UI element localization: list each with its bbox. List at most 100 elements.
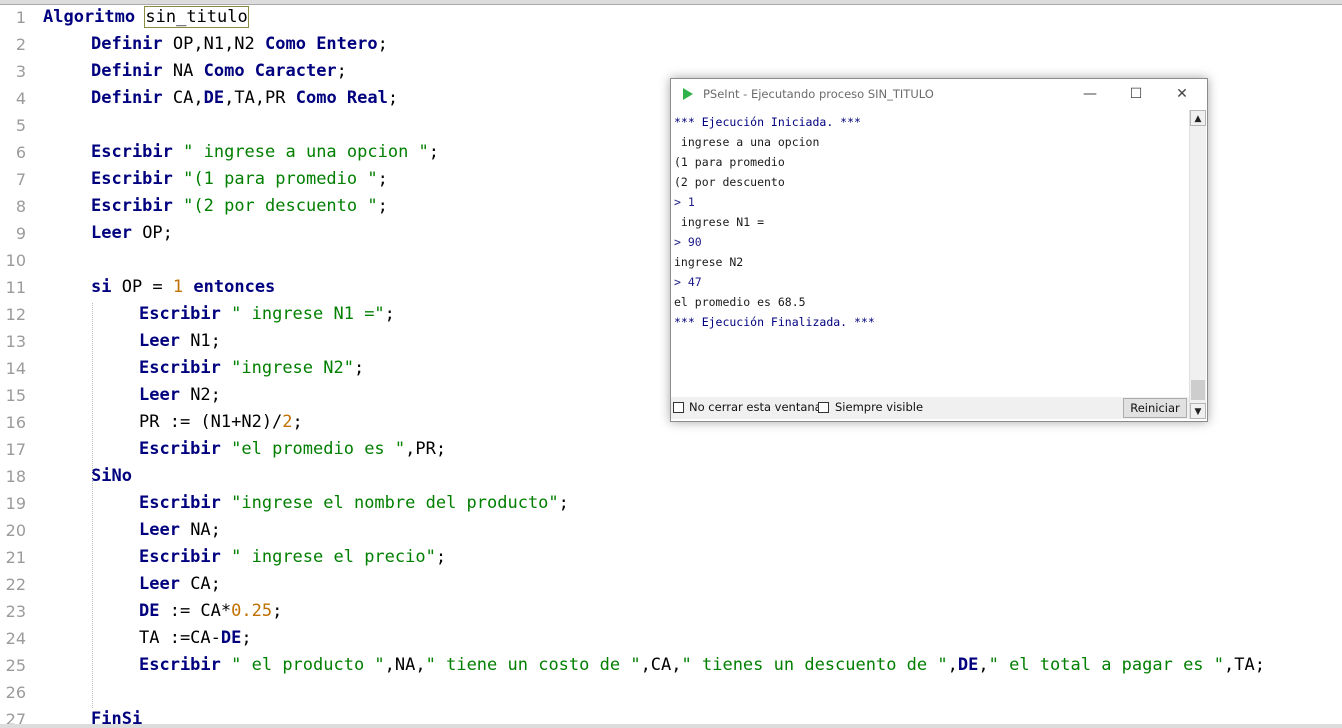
code-token: "ingrese el nombre del producto" <box>231 493 559 513</box>
code-token: DE <box>203 88 225 108</box>
code-token: " ingrese el precio" <box>231 547 436 567</box>
code-text[interactable]: TA :=CA-DE; <box>139 625 252 652</box>
code-text[interactable]: Escribir " el producto ",NA," tiene un c… <box>139 652 1265 679</box>
code-token: Escribir <box>91 142 173 162</box>
scroll-thumb[interactable] <box>1191 380 1205 400</box>
code-token: 1 <box>172 277 184 297</box>
editor-bottom-border <box>0 724 1342 728</box>
line-number: 1 <box>15 8 26 27</box>
code-token: Como Caracter <box>203 61 337 81</box>
code-line[interactable]: 27 FinSi <box>0 706 1342 724</box>
code-text[interactable]: Escribir " ingrese N1 ="; <box>139 301 395 328</box>
console-line: (1 para promedio <box>674 155 785 169</box>
line-number: 13 <box>5 332 26 351</box>
code-text[interactable]: Escribir " ingrese el precio"; <box>139 544 446 571</box>
code-text[interactable]: Definir OP,N1,N2 Como Entero; <box>91 31 388 58</box>
line-number: 24 <box>5 629 26 648</box>
code-token: OP; <box>131 223 173 243</box>
code-token: ; <box>272 601 283 621</box>
line-number: 19 <box>5 494 26 513</box>
code-text[interactable]: Definir CA,DE,TA,PR Como Real; <box>91 85 398 112</box>
minimize-button[interactable]: — <box>1067 83 1113 105</box>
code-text[interactable]: PR := (N1+N2)/2; <box>139 409 303 436</box>
maximize-button[interactable]: ☐ <box>1113 83 1159 105</box>
run-window[interactable]: PSeInt - Ejecutando proceso SIN_TITULO —… <box>670 78 1208 422</box>
code-token: FinSi <box>91 709 143 724</box>
code-line[interactable]: 2 Definir OP,N1,N2 Como Entero; <box>0 31 1342 58</box>
code-token: , <box>978 655 989 675</box>
code-text[interactable]: Escribir "(2 por descuento "; <box>91 193 388 220</box>
code-token: Como Entero <box>265 34 378 54</box>
code-token: Definir <box>91 61 163 81</box>
console-line: ingrese N1 = <box>674 215 765 229</box>
code-text[interactable]: Algoritmo sin_titulo <box>43 4 249 31</box>
line-number: 21 <box>5 548 26 567</box>
code-token: " tienes un descuento de " <box>681 655 948 675</box>
pseint-app-icon <box>683 88 693 100</box>
code-line[interactable]: 25 Escribir " el producto ",NA," tiene un… <box>0 652 1342 679</box>
code-token: ,PR; <box>405 439 447 459</box>
code-line[interactable]: 21 Escribir " ingrese el precio"; <box>0 544 1342 571</box>
code-token: Leer <box>139 331 180 351</box>
code-text[interactable]: DE := CA*0.25; <box>139 598 282 625</box>
code-token: Escribir <box>139 439 221 459</box>
code-line[interactable]: 19 Escribir "ingrese el nombre del produc… <box>0 490 1342 517</box>
code-text[interactable]: Leer CA; <box>139 571 221 598</box>
code-token: CA, <box>162 88 204 108</box>
console-line: > 47 <box>674 275 702 289</box>
code-text[interactable]: Escribir "ingrese N2"; <box>139 355 364 382</box>
code-token: DE <box>139 601 160 621</box>
code-text[interactable]: Definir NA Como Caracter; <box>91 58 347 85</box>
code-line[interactable]: 26 <box>0 679 1342 706</box>
code-token: " el producto " <box>231 655 385 675</box>
always-visible-checkbox[interactable] <box>818 402 829 413</box>
code-token: Como Real <box>295 88 388 108</box>
run-window-titlebar[interactable]: PSeInt - Ejecutando proceso SIN_TITULO —… <box>671 79 1207 109</box>
close-button[interactable]: ✕ <box>1159 83 1205 105</box>
code-text[interactable]: Leer OP; <box>91 220 173 247</box>
code-text[interactable]: Leer N2; <box>139 382 221 409</box>
code-line[interactable]: 18 SiNo <box>0 463 1342 490</box>
code-text[interactable]: si OP = 1 entonces <box>91 274 275 301</box>
code-line[interactable]: 17 Escribir "el promedio es ",PR; <box>0 436 1342 463</box>
console-scrollbar[interactable]: ▲ ▼ <box>1189 110 1206 419</box>
code-text[interactable]: FinSi <box>91 706 142 724</box>
scroll-up-button[interactable]: ▲ <box>1190 110 1206 126</box>
indent-guide <box>92 303 93 708</box>
code-line[interactable]: 1 Algoritmo sin_titulo <box>0 4 1342 31</box>
code-token: , <box>947 655 958 675</box>
code-line[interactable]: 24 TA :=CA-DE; <box>0 625 1342 652</box>
code-text[interactable]: Escribir " ingrese a una opcion "; <box>91 139 439 166</box>
line-number: 6 <box>15 143 26 162</box>
code-token: Escribir <box>139 358 221 378</box>
console-output[interactable]: *** Ejecución Iniciada. *** ingrese a un… <box>673 112 1187 396</box>
line-number: 27 <box>5 710 26 724</box>
restart-button[interactable]: Reiniciar <box>1123 398 1187 418</box>
line-number: 22 <box>5 575 26 594</box>
code-text[interactable]: Escribir "ingrese el nombre del producto… <box>139 490 569 517</box>
code-line[interactable]: 22 Leer CA; <box>0 571 1342 598</box>
code-text[interactable]: Leer N1; <box>139 328 221 355</box>
no-close-checkbox[interactable] <box>673 402 684 413</box>
code-text[interactable]: Escribir "el promedio es ",PR; <box>139 436 446 463</box>
console-line: > 1 <box>674 195 695 209</box>
code-token: "(1 para promedio " <box>183 169 378 189</box>
no-close-label[interactable]: No cerrar esta ventana <box>689 400 822 414</box>
scroll-down-button[interactable]: ▼ <box>1190 403 1206 419</box>
code-text[interactable]: SiNo <box>91 463 132 490</box>
always-visible-label[interactable]: Siempre visible <box>835 400 923 414</box>
code-token: entonces <box>193 277 276 297</box>
code-token: Leer <box>91 223 132 243</box>
console-line: *** Ejecución Iniciada. *** <box>674 115 861 129</box>
code-line[interactable]: 23 DE := CA*0.25; <box>0 598 1342 625</box>
code-line[interactable]: 20 Leer NA; <box>0 517 1342 544</box>
code-text[interactable]: Escribir "(1 para promedio "; <box>91 166 388 193</box>
code-token: ; <box>353 358 365 378</box>
code-text[interactable]: Leer NA; <box>139 517 221 544</box>
code-token: N2; <box>179 385 221 405</box>
